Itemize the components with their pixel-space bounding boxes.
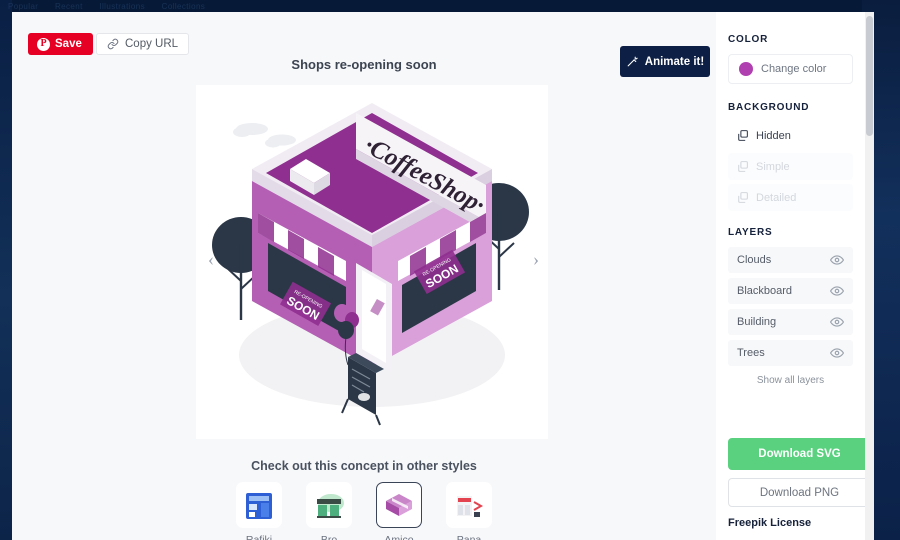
copies-icon [736, 160, 749, 173]
copy-url-label: Copy URL [125, 38, 179, 50]
eye-icon[interactable] [830, 253, 844, 267]
amico-thumb-icon [386, 494, 412, 516]
ghost-nav-item: Popular [8, 2, 39, 11]
layer-row[interactable]: Trees [728, 340, 853, 366]
clouds-layer [233, 123, 296, 148]
ghost-nav-item: Collections [161, 2, 206, 11]
app-screen: Popular Recent Illustrations Collections… [0, 0, 900, 540]
eye-icon[interactable] [830, 346, 844, 360]
illustration-canvas[interactable]: ·CoffeeShop· RE-OPENING SOON RE-OPENING … [196, 85, 548, 439]
top-toolbar: P Save Copy URL Shops re-opening soon An… [12, 12, 716, 77]
copy-url-button[interactable]: Copy URL [96, 33, 190, 55]
page-body: P Save Copy URL Shops re-opening soon An… [12, 12, 874, 540]
page-scrollbar[interactable] [865, 12, 874, 540]
style-thumb-rafiki[interactable]: Rafiki [231, 482, 287, 540]
style-thumbnail-list: Rafiki Bro Amico Pana [12, 482, 716, 540]
change-color-button[interactable]: Change color [728, 54, 853, 84]
pana-thumb-icon [457, 496, 484, 517]
rafiki-thumb-icon [246, 493, 272, 519]
bro-thumb-icon [317, 494, 344, 518]
pinterest-icon: P [37, 37, 50, 51]
prev-illustration-button[interactable]: ‹ [203, 250, 219, 268]
style-thumb-label: Amico [384, 534, 414, 540]
save-button-label: Save [55, 38, 82, 50]
style-thumb-label: Rafiki [245, 534, 273, 540]
style-thumb-pana[interactable]: Pana [441, 482, 497, 540]
animate-button[interactable]: Animate it! [620, 46, 710, 77]
style-thumb-image [306, 482, 352, 528]
color-swatch [739, 62, 753, 76]
background-option-detailed: Detailed [728, 184, 853, 211]
ghost-nav-item: Recent [55, 2, 83, 11]
ghost-nav-item: Illustrations [99, 2, 146, 11]
download-svg-button[interactable]: Download SVG [728, 438, 871, 470]
properties-panel: COLOR Change color BACKGROUND Hidden Sim… [716, 12, 871, 540]
layer-row[interactable]: Clouds [728, 247, 853, 273]
copies-icon [736, 129, 749, 142]
show-all-layers-link[interactable]: Show all layers [728, 375, 853, 386]
background-site-nav: Popular Recent Illustrations Collections [8, 2, 219, 12]
layer-row[interactable]: Blackboard [728, 278, 853, 304]
eye-icon[interactable] [830, 315, 844, 329]
main-content: P Save Copy URL Shops re-opening soon An… [12, 12, 716, 540]
color-section-title: COLOR [728, 34, 769, 45]
magic-wand-icon [626, 55, 639, 68]
style-thumb-image [446, 482, 492, 528]
browser-chrome-left [0, 0, 12, 540]
background-section-title: BACKGROUND [728, 102, 810, 113]
style-thumb-image [236, 482, 282, 528]
background-option-label: Simple [756, 160, 790, 173]
layers-section-title: LAYERS [728, 227, 773, 238]
coffeeshop-illustration: ·CoffeeShop· RE-OPENING SOON RE-OPENING … [212, 103, 529, 426]
style-thumb-label: Bro [320, 534, 338, 540]
layers-list: Clouds Blackboard Building Trees [728, 247, 853, 366]
eye-icon[interactable] [830, 284, 844, 298]
page-title: Shops re-opening soon [291, 57, 437, 72]
layer-label: Trees [737, 347, 765, 359]
pinterest-save-button[interactable]: P Save [28, 33, 93, 55]
layer-row[interactable]: Building [728, 309, 853, 335]
style-thumb-amico[interactable]: Amico [371, 482, 427, 540]
background-option-label: Detailed [756, 191, 797, 204]
background-option-simple: Simple [728, 153, 853, 180]
other-styles-heading: Check out this concept in other styles [251, 459, 477, 473]
animate-button-label: Animate it! [644, 55, 705, 68]
layer-label: Clouds [737, 254, 772, 266]
next-illustration-button[interactable]: › [528, 250, 544, 268]
layer-label: Blackboard [737, 285, 793, 297]
download-png-button[interactable]: Download PNG [728, 478, 871, 507]
scrollbar-thumb[interactable] [866, 16, 873, 136]
background-option-label: Hidden [756, 129, 791, 142]
style-thumb-image [376, 482, 422, 528]
background-option-hidden[interactable]: Hidden [728, 122, 853, 149]
change-color-label: Change color [761, 63, 827, 75]
style-thumb-label: Pana [456, 534, 482, 540]
copies-icon [736, 191, 749, 204]
link-icon [107, 38, 119, 50]
freepik-license-link[interactable]: Freepik License [728, 517, 811, 529]
layer-label: Building [737, 316, 777, 328]
style-thumb-bro[interactable]: Bro [301, 482, 357, 540]
